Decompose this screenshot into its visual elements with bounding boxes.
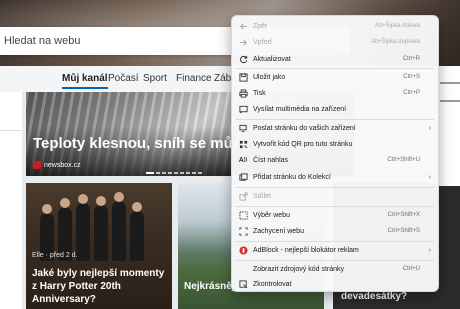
menu-item-qr-code[interactable]: Vytvořit kód QR pro tuto stránku [232,137,438,151]
carousel-dot[interactable] [174,172,178,174]
featured-source-label: newsbox.cz [44,161,81,169]
read-aloud-icon: A)) [238,156,248,164]
article-card[interactable]: Elle · před 2 d. Jaké byly nejlepší mome… [26,183,172,309]
carousel-dot[interactable] [192,172,196,174]
save-icon [238,72,248,82]
menu-item-view-source[interactable]: Zobrazit zdrojový kód stránky Ctrl+U [232,262,438,276]
carousel-dot[interactable] [162,172,166,174]
menu-separator [236,68,434,69]
left-panel [0,92,22,309]
refresh-icon [238,54,248,64]
menu-separator [236,119,434,120]
menu-item-adblock[interactable]: AdBlock - nejlepší blokátor reklam › [232,243,438,257]
menu-item-refresh[interactable]: Aktualizovat Ctrl+R [232,52,438,66]
nav-item-finance[interactable]: Finance [176,73,212,84]
web-select-icon [238,210,248,220]
menu-item-print[interactable]: Tisk Ctrl+P [232,86,438,100]
back-arrow-icon [238,21,248,31]
menu-separator [236,187,434,188]
article-title[interactable]: Jaké byly nejlepší momenty z Harry Potte… [32,267,168,306]
menu-item-forward[interactable]: Vpřed Alt+Šipka doprava [232,35,438,49]
right-panel [436,66,460,186]
menu-item-inspect[interactable]: Zkontrolovat [232,277,438,291]
cast-icon [238,104,248,114]
article-title[interactable]: devadesátky? [341,291,407,302]
menu-item-send-to-devices[interactable]: Poslat stránku do vašich zařízení › [232,121,438,135]
menu-item-web-select[interactable]: Výběr webu Ctrl+Shift+X [232,208,438,222]
send-to-device-icon [238,123,248,133]
web-capture-icon [238,226,248,236]
menu-item-back[interactable]: Zpět Alt+Šipka doleva [232,19,438,33]
article-image [40,191,150,261]
chevron-right-icon: › [428,124,431,132]
inspect-icon [238,279,248,289]
carousel-dot[interactable] [186,172,190,174]
menu-separator [236,206,434,207]
newsbox-logo-icon [33,161,41,169]
carousel-dot[interactable] [168,172,172,174]
carousel-dot[interactable] [156,172,160,174]
menu-item-add-to-collections[interactable]: Přidat stránku do Kolekcí › [232,170,438,184]
menu-item-cast[interactable]: Vysílat multimédia na zařízení [232,102,438,116]
menu-separator [236,241,434,242]
menu-item-web-capture[interactable]: Zachycení webu Ctrl+Shift+S [232,224,438,238]
divider [440,100,460,102]
qr-code-icon [238,139,248,149]
menu-separator [236,260,434,261]
nav-item-weather[interactable]: Počasí [108,73,139,84]
nav-item-sport[interactable]: Sport [143,73,167,84]
carousel-dot[interactable] [180,172,184,174]
forward-arrow-icon [238,37,248,47]
print-icon [238,88,248,98]
carousel-dot[interactable] [198,172,202,174]
chevron-right-icon: › [428,246,431,254]
context-menu: Zpět Alt+Šipka doleva Vpřed Alt+Šipka dopr… [231,15,439,292]
divider [440,82,460,84]
chevron-right-icon: › [428,173,431,181]
featured-source: newsbox.cz [33,161,81,169]
collections-icon [238,172,248,182]
search-input[interactable]: Hledat na webu [4,35,80,47]
divider [0,130,22,131]
featured-title[interactable]: Teploty klesnou, sníh se může v [33,135,261,152]
nav-item-my-feed[interactable]: Můj kanál [62,73,108,89]
menu-item-share[interactable]: Sdílet [232,189,438,203]
carousel-indicator[interactable] [146,172,202,174]
article-meta: Elle · před 2 d. [32,252,78,259]
menu-item-read-aloud[interactable]: A)) Číst nahlas Ctrl+Shift+U [232,153,438,167]
share-icon [238,191,248,201]
menu-item-save-as[interactable]: Uložit jako Ctrl+S [232,70,438,84]
carousel-dot[interactable] [146,172,154,174]
adblock-icon [238,245,248,255]
